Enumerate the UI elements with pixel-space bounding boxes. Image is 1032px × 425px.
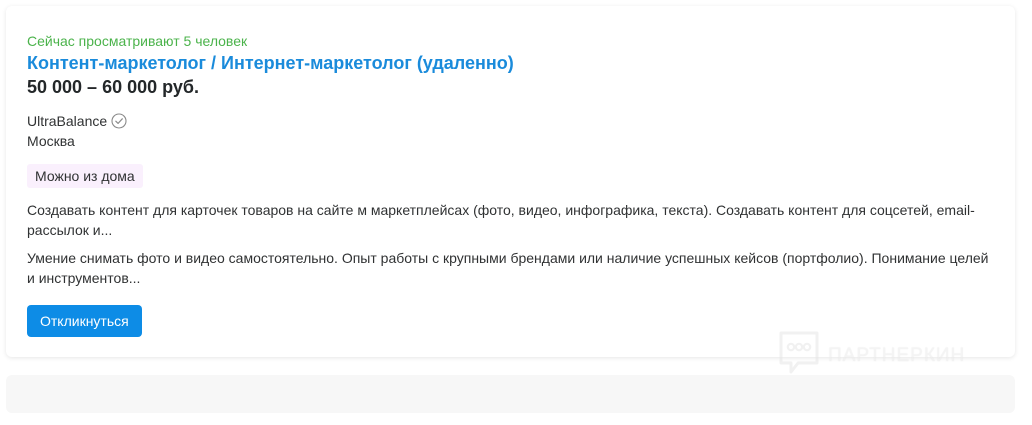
- viewers-count: Сейчас просматривают 5 человек: [27, 33, 248, 49]
- vacancy-card: Сейчас просматривают 5 человек Контент-м…: [6, 6, 1015, 357]
- watermark-chat-icon: [778, 330, 820, 381]
- vacancy-salary: 50 000 – 60 000 руб.: [27, 77, 200, 97]
- watermark: ПАРТНЕРКИН: [778, 330, 965, 381]
- remote-work-tag: Можно из дома: [27, 164, 143, 188]
- company-row: UltraBalance: [27, 112, 995, 130]
- vacancy-title-link[interactable]: Контент-маркетолог / Интернет-маркетолог…: [27, 52, 995, 74]
- vacancy-responsibilities: Создавать контент для карточек товаров н…: [27, 202, 975, 238]
- watermark-text: ПАРТНЕРКИН: [828, 344, 966, 366]
- vacancy-city: Москва: [27, 133, 75, 149]
- company-name-link[interactable]: UltraBalance: [27, 112, 107, 130]
- vacancy-requirements: Умение снимать фото и видео самостоятель…: [27, 250, 989, 286]
- verified-check-icon: [111, 113, 127, 129]
- vacancy-card-content: Сейчас просматривают 5 человек Контент-м…: [27, 33, 995, 337]
- apply-button[interactable]: Откликнуться: [27, 305, 142, 337]
- next-vacancy-card: [6, 375, 1015, 413]
